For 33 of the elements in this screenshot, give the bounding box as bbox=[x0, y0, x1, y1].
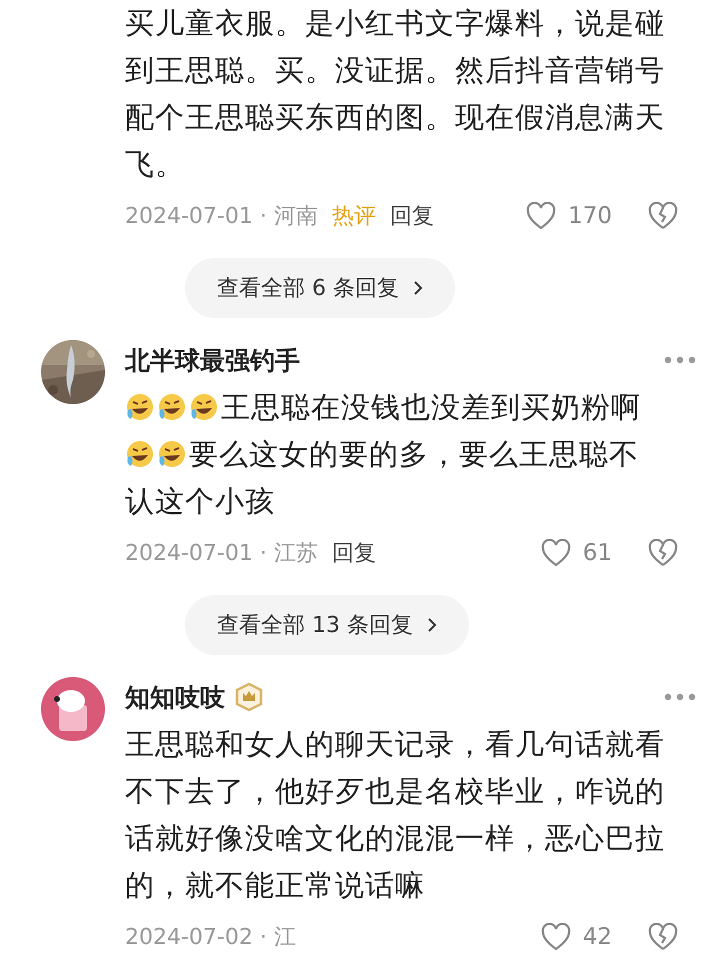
more-icon[interactable] bbox=[664, 693, 696, 701]
comment-text: 王思聪和女人的聊天记录，看几句话就看不下去了，他好歹也是名校毕业，咋说的话就好像没啥文化的混混一样，恶心巴拉的，就不能正常说话嘛 bbox=[125, 727, 665, 902]
laughing-crying-emoji-icon bbox=[157, 439, 187, 469]
like-count: 170 bbox=[568, 203, 612, 229]
view-replies-button[interactable]: 查看全部 13 条回复 bbox=[185, 595, 469, 655]
reply-link[interactable]: 回复 bbox=[390, 201, 434, 231]
broken-heart-icon[interactable] bbox=[648, 539, 678, 567]
comment-text: 王思聪在没钱也没差到买奶粉啊 bbox=[221, 390, 641, 424]
like-count: 61 bbox=[582, 540, 612, 566]
comment-date-location: 2024-07-01 · 河南 bbox=[125, 203, 318, 231]
comment-text: 要么这女的要的多，要么王思聪不 bbox=[189, 437, 639, 471]
laughing-crying-emoji-icon bbox=[189, 392, 219, 422]
comment-text: 认这个小孩 bbox=[125, 484, 275, 518]
view-replies-button[interactable]: 查看全部 6 条回复 bbox=[185, 258, 455, 318]
heart-icon[interactable] bbox=[526, 202, 556, 230]
reply-link[interactable]: 回复 bbox=[332, 538, 376, 568]
user-name[interactable]: 知知吱吱 bbox=[125, 680, 225, 714]
broken-heart-icon[interactable] bbox=[648, 202, 678, 230]
laughing-crying-emoji-icon bbox=[125, 439, 155, 469]
heart-icon[interactable] bbox=[540, 923, 571, 951]
comment-date-location: 2024-07-01 · 江苏 bbox=[125, 540, 318, 568]
comment-text: 买儿童衣服。是小红书文字爆料，说是碰到王思聪。买。没证据。然后抖音营销号配个王思聪买东西的图。现在假消息满天飞。 bbox=[125, 6, 665, 181]
heart-icon[interactable] bbox=[540, 539, 571, 567]
more-icon[interactable] bbox=[664, 356, 696, 364]
laughing-crying-emoji-icon bbox=[125, 392, 155, 422]
broken-heart-icon[interactable] bbox=[648, 923, 678, 951]
chevron-right-icon bbox=[426, 617, 437, 633]
like-count: 42 bbox=[582, 924, 612, 950]
chevron-right-icon bbox=[412, 280, 423, 296]
laughing-crying-emoji-icon bbox=[157, 392, 187, 422]
user-name[interactable]: 北半球最强钓手 bbox=[125, 344, 300, 376]
comment-date-location: 2024-07-02 · 江 bbox=[125, 924, 296, 952]
hot-comment-label: 热评 bbox=[332, 203, 376, 231]
